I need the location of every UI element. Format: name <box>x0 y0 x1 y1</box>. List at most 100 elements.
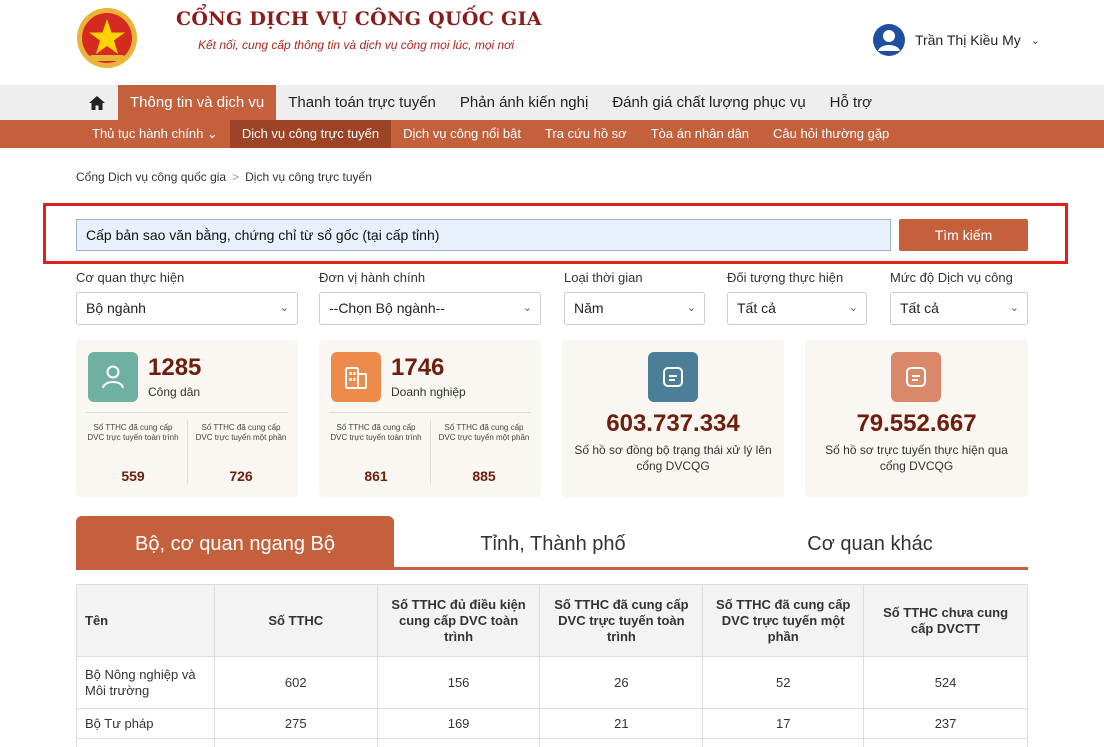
search-input[interactable]: Cấp bản sao văn bằng, chứng chỉ từ sổ gố… <box>76 219 891 251</box>
national-emblem-icon[interactable] <box>76 7 138 69</box>
column-header: Số TTHC đã cung cấp DVC trực tuyến toàn … <box>539 584 704 657</box>
citizen-partial-label: Số TTHC đã cung cấp DVC trực tuyến một p… <box>195 423 287 442</box>
breadcrumb-current: Dịch vụ công trực tuyến <box>245 170 372 184</box>
citizen-label: Công dân <box>148 385 201 399</box>
filter-value-subject: Tất cả <box>737 300 776 316</box>
home-icon[interactable] <box>76 85 118 120</box>
table-cell <box>76 738 215 747</box>
filter-value-service-level: Tất cả <box>900 300 939 316</box>
citizen-count: 1285 <box>148 354 202 381</box>
citizen-partial-value: 726 <box>229 468 253 484</box>
sub-nav-item-featured[interactable]: Dịch vụ công nổi bật <box>391 120 533 148</box>
tab-ministries[interactable]: Bộ, cơ quan ngang Bộ <box>76 516 394 568</box>
stat-card-citizen: 1285 Công dân Số TTHC đã cung cấp DVC tr… <box>76 340 298 497</box>
divider <box>329 412 531 413</box>
filter-value-agency: Bộ ngành <box>86 300 146 316</box>
divider <box>86 412 288 413</box>
site-subtitle: Kết nối, cung cấp thông tin và dịch vụ c… <box>198 38 515 52</box>
chevron-down-icon: ⌄ <box>1009 302 1019 314</box>
citizen-full-label: Số TTHC đã cung cấp DVC trực tuyến toàn … <box>87 423 179 442</box>
business-full-value: 861 <box>364 468 388 484</box>
sub-nav-item-lookup[interactable]: Tra cứu hồ sơ <box>533 120 639 148</box>
synced-label: Số hồ sơ đồng bộ trạng thái xử lý lên cổ… <box>574 443 772 473</box>
main-nav-item-payment[interactable]: Thanh toán trực tuyến <box>276 85 448 120</box>
citizen-full-value: 559 <box>121 468 145 484</box>
site-title: CỔNG DỊCH VỤ CÔNG QUỐC GIA <box>176 8 542 30</box>
user-menu[interactable]: Trần Thị Kiều My ⌄ <box>872 24 1040 56</box>
stat-card-online: 79.552.667 Số hồ sơ trực tuyến thực hiện… <box>805 340 1028 497</box>
filter-label-agency: Cơ quan thực hiện <box>76 270 185 285</box>
search-button[interactable]: Tìm kiếm <box>899 219 1028 251</box>
chevron-down-icon: ⌄ <box>522 302 532 314</box>
column-header: Số TTHC chưa cung cấp DVCTT <box>863 584 1028 657</box>
filter-select-time-type[interactable]: Năm ⌄ <box>564 292 705 325</box>
stat-card-synced: 603.737.334 Số hồ sơ đồng bộ trạng thái … <box>562 340 784 497</box>
table-cell: 156 <box>376 656 541 709</box>
table-cell: 275 <box>213 708 378 739</box>
main-nav-item-rating[interactable]: Đánh giá chất lượng phục vụ <box>600 85 817 120</box>
document-icon <box>891 352 941 402</box>
table-cell: 524 <box>863 656 1028 709</box>
filter-label-unit: Đơn vị hành chính <box>319 270 426 285</box>
tab-provinces[interactable]: Tỉnh, Thành phố <box>394 516 712 568</box>
chevron-down-icon: ⌄ <box>686 302 696 314</box>
table-cell-name[interactable]: Bộ Tư pháp <box>76 708 215 739</box>
filter-label-time-type: Loại thời gian <box>564 270 643 285</box>
main-nav-item-info[interactable]: Thông tin và dịch vụ <box>118 85 277 120</box>
table-cell <box>702 738 865 747</box>
business-label: Doanh nghiệp <box>391 385 466 399</box>
table-cell-name[interactable]: Bộ Nông nghiệp và Môi trường <box>76 656 215 709</box>
sub-nav: Thủ tục hành chính ⌄ Dịch vụ công trực t… <box>0 120 1104 148</box>
online-count: 79.552.667 <box>856 410 977 437</box>
table-cell: 21 <box>539 708 704 739</box>
synced-count: 603.737.334 <box>606 410 740 437</box>
stats-table: Tên Số TTHC Số TTHC đủ điều kiện cung cấ… <box>76 584 1028 747</box>
table-cell <box>539 738 704 747</box>
main-nav-item-feedback[interactable]: Phản ánh kiến nghị <box>448 85 600 120</box>
chevron-down-icon: ⌄ <box>279 302 289 314</box>
stat-card-business: 1746 Doanh nghiệp Số TTHC đã cung cấp DV… <box>319 340 541 497</box>
column-header: Số TTHC <box>213 584 378 657</box>
building-icon <box>331 352 381 402</box>
table-cell: 52 <box>702 656 865 709</box>
online-label: Số hồ sơ trực tuyến thực hiện qua cổng D… <box>825 443 1008 473</box>
divider <box>430 420 431 484</box>
tab-other-agencies[interactable]: Cơ quan khác <box>712 516 1028 568</box>
breadcrumb: Cổng Dịch vụ công quốc gia > Dịch vụ công … <box>76 170 372 184</box>
filter-select-unit[interactable]: --Chọn Bộ ngành-- ⌄ <box>319 292 541 325</box>
filter-select-agency[interactable]: Bộ ngành ⌄ <box>76 292 298 325</box>
table-cell: 602 <box>213 656 378 709</box>
sub-nav-item-online-services[interactable]: Dịch vụ công trực tuyến <box>229 120 392 148</box>
user-name: Trần Thị Kiều My <box>914 32 1021 48</box>
brand[interactable]: CỔNG DỊCH VỤ CÔNG QUỐC GIA Kết nối, cung… <box>176 8 542 52</box>
main-nav: Thông tin và dịch vụ Thanh toán trực tuy… <box>0 85 1104 120</box>
business-full-label: Số TTHC đã cung cấp DVC trực tuyến toàn … <box>330 423 422 442</box>
sub-nav-item-procedures[interactable]: Thủ tục hành chính ⌄ <box>80 120 230 148</box>
sub-nav-item-court[interactable]: Tòa án nhân dân <box>639 120 761 148</box>
avatar-icon <box>872 24 905 56</box>
filter-label-service-level: Mức độ Dịch vụ công <box>890 270 1013 285</box>
table-row[interactable]: Bộ Tư pháp 275 169 21 17 237 <box>76 708 1028 739</box>
table-cell: 26 <box>539 656 704 709</box>
table-cell: 17 <box>702 708 865 739</box>
document-icon <box>648 352 698 402</box>
business-partial-value: 885 <box>472 468 496 484</box>
filter-label-subject: Đối tượng thực hiện <box>727 270 844 285</box>
table-cell: 237 <box>863 708 1028 739</box>
filter-value-unit: --Chọn Bộ ngành-- <box>329 300 445 316</box>
table-cell: 169 <box>376 708 541 739</box>
breadcrumb-separator: > <box>232 170 240 184</box>
column-header: Tên <box>76 584 215 657</box>
table-row <box>76 738 1028 747</box>
main-nav-item-support[interactable]: Hỗ trợ <box>818 85 884 120</box>
table-row[interactable]: Bộ Nông nghiệp và Môi trường 602 156 26 … <box>76 656 1028 709</box>
table-cell <box>213 738 378 747</box>
table-header-row: Tên Số TTHC Số TTHC đủ điều kiện cung cấ… <box>76 584 1028 657</box>
filter-select-service-level[interactable]: Tất cả ⌄ <box>890 292 1028 325</box>
tab-underline <box>76 567 1028 570</box>
divider <box>187 420 188 484</box>
filter-select-subject[interactable]: Tất cả ⌄ <box>727 292 867 325</box>
breadcrumb-home[interactable]: Cổng Dịch vụ công quốc gia <box>76 170 226 184</box>
sub-nav-item-faq[interactable]: Câu hỏi thường gặp <box>761 120 901 148</box>
table-cell <box>863 738 1028 747</box>
